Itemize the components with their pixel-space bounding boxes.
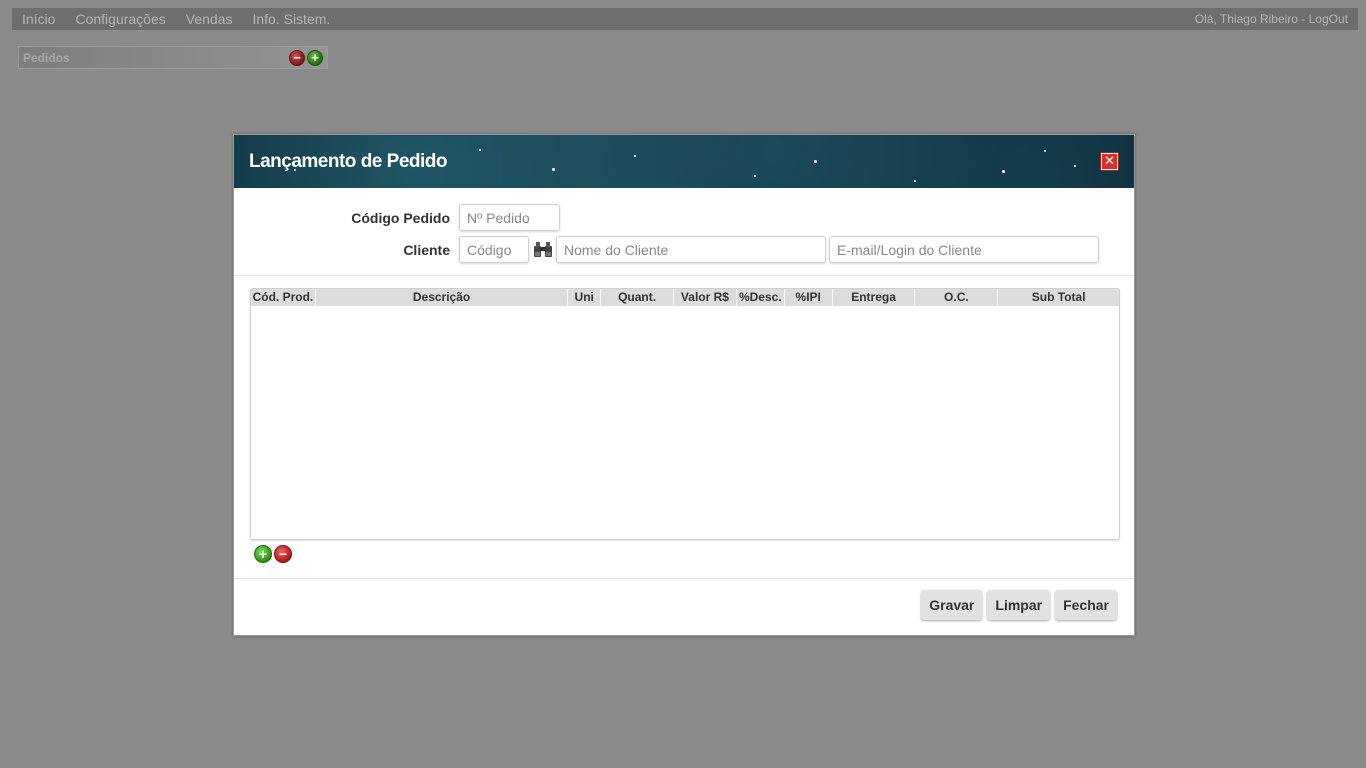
order-entry-dialog: Lançamento de Pedido ✕ Código Pedido Cli… bbox=[233, 134, 1135, 636]
grid-actions: + − bbox=[254, 545, 292, 563]
order-code-label: Código Pedido bbox=[351, 210, 450, 226]
add-item-icon[interactable]: + bbox=[254, 545, 272, 563]
panel-add-icon[interactable]: + bbox=[307, 49, 323, 66]
footer-divider bbox=[234, 578, 1134, 579]
pedidos-panel: Pedidos − + bbox=[18, 46, 328, 69]
star-decoration bbox=[1044, 150, 1046, 152]
col-header-quant[interactable]: Quant. bbox=[601, 289, 675, 306]
close-button[interactable]: Fechar bbox=[1055, 590, 1117, 620]
col-header-valor[interactable]: Valor R$ bbox=[674, 289, 737, 306]
col-header-desc[interactable]: %Desc. bbox=[737, 289, 785, 306]
dialog-title: Lançamento de Pedido bbox=[249, 150, 447, 172]
star-decoration bbox=[814, 160, 817, 163]
grid-body[interactable] bbox=[251, 306, 1119, 539]
user-greeting-logout[interactable]: Olá, Thiago Ribeiro - LogOut bbox=[1195, 12, 1348, 26]
client-code-input[interactable] bbox=[459, 236, 529, 263]
top-menu-bar: Início Configurações Vendas Info. Sistem… bbox=[12, 8, 1358, 30]
order-code-input[interactable] bbox=[459, 204, 560, 231]
star-decoration bbox=[479, 149, 481, 151]
panel-icons: − + bbox=[289, 49, 323, 66]
dialog-footer-buttons: Gravar Limpar Fechar bbox=[921, 590, 1117, 620]
panel-title: Pedidos bbox=[23, 50, 70, 65]
star-decoration bbox=[1002, 170, 1005, 173]
star-decoration bbox=[552, 168, 555, 171]
star-decoration bbox=[634, 155, 636, 157]
menu-item-inicio[interactable]: Início bbox=[22, 11, 55, 27]
client-name-input[interactable] bbox=[556, 236, 826, 263]
star-decoration bbox=[1074, 165, 1076, 167]
order-form: Código Pedido Cliente bbox=[234, 188, 1134, 276]
col-header-entrega[interactable]: Entrega bbox=[833, 289, 916, 306]
col-header-oc[interactable]: O.C. bbox=[915, 289, 999, 306]
dialog-header: Lançamento de Pedido ✕ bbox=[234, 135, 1134, 188]
order-items-grid: Cód. Prod. Descrição Uni Quant. Valor R$… bbox=[250, 288, 1120, 540]
remove-item-icon[interactable]: − bbox=[274, 545, 292, 563]
col-header-sub-total[interactable]: Sub Total bbox=[998, 289, 1119, 306]
clear-button[interactable]: Limpar bbox=[987, 590, 1051, 620]
panel-remove-icon[interactable]: − bbox=[289, 49, 305, 66]
col-header-cod-prod[interactable]: Cód. Prod. bbox=[251, 289, 316, 306]
close-icon[interactable]: ✕ bbox=[1100, 152, 1119, 171]
col-header-uni[interactable]: Uni bbox=[568, 289, 602, 306]
menu-item-configuracoes[interactable]: Configurações bbox=[75, 11, 165, 27]
star-decoration bbox=[754, 175, 756, 177]
binoculars-icon[interactable] bbox=[533, 241, 553, 258]
save-button[interactable]: Gravar bbox=[921, 590, 983, 620]
col-header-ipi[interactable]: %IPI bbox=[785, 289, 833, 306]
client-label: Cliente bbox=[403, 242, 450, 258]
grid-header: Cód. Prod. Descrição Uni Quant. Valor R$… bbox=[251, 289, 1119, 306]
menu-item-vendas[interactable]: Vendas bbox=[186, 11, 233, 27]
client-email-input[interactable] bbox=[829, 236, 1099, 263]
main-menu: Início Configurações Vendas Info. Sistem… bbox=[22, 11, 330, 27]
menu-item-info-sistem[interactable]: Info. Sistem. bbox=[252, 11, 330, 27]
col-header-descricao[interactable]: Descrição bbox=[316, 289, 569, 306]
star-decoration bbox=[914, 180, 916, 182]
